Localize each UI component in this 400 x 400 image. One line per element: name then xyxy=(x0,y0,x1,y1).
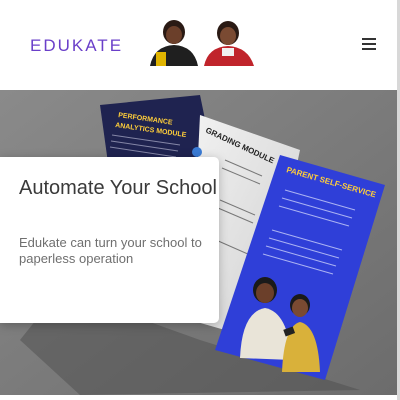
site-header: EDUKATE xyxy=(0,0,400,90)
hamburger-line xyxy=(362,43,376,45)
hero-title: Automate Your School xyxy=(19,177,217,199)
menu-button[interactable] xyxy=(362,38,376,50)
edukate-logo[interactable]: EDUKATE xyxy=(30,36,123,56)
hero-card: Automate Your School Edukate can turn yo… xyxy=(0,157,219,323)
hamburger-line xyxy=(362,48,376,50)
hamburger-menu-icon xyxy=(362,38,376,40)
hero-subtitle: Edukate can turn your school to paperles… xyxy=(19,235,202,266)
header-people-photo xyxy=(146,18,258,66)
